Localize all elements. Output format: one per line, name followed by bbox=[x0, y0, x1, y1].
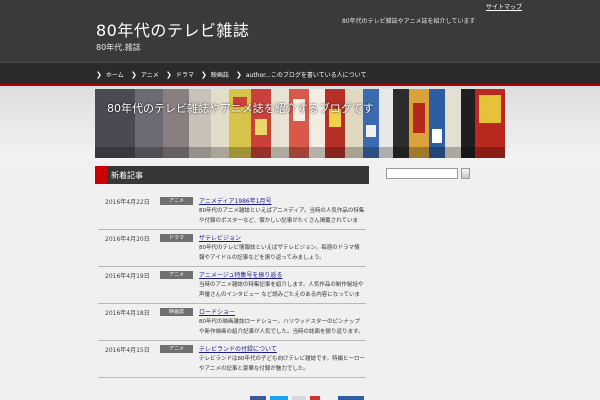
nav-item-label: ホーム bbox=[105, 72, 124, 79]
nav-item-drama[interactable]: ❯ ドラマ bbox=[166, 70, 194, 79]
nav-item-author[interactable]: ❯ author...このブログを書いている人について bbox=[236, 70, 366, 79]
section-heading: 新着記事 bbox=[95, 166, 369, 184]
entry-list: 2016年4月22日 アニメ アニメディア1986年1月号 80年代のアニメ雑誌… bbox=[98, 194, 366, 379]
global-nav: ❯ ホーム ❯ アニメ ❯ ドラマ ❯ 映画誌 ❯ author...このブログを書いてい… bbox=[0, 62, 600, 84]
entry-row: 2016年4月19日 アニメ アニメージュ特集号を振り返る 当時のアニメ雑誌の特… bbox=[98, 268, 366, 304]
entry-excerpt: 80年代のテレビ情報誌といえばザテレビジョン。毎週のドラマ情報やアイドルの記事な… bbox=[199, 245, 360, 261]
pocket-share-button[interactable] bbox=[310, 396, 320, 400]
entry-excerpt: 80年代のアニメ雑誌といえばアニメディア。当時の人気作品の特集や付録のポスターな… bbox=[199, 208, 365, 224]
section-title: 新着記事 bbox=[111, 171, 143, 180]
entry-row: 2016年4月20日 ドラマ ザテレビジョン 80年代のテレビ情報誌といえばザテ… bbox=[98, 231, 366, 267]
nav-item-label: author...このブログを書いている人について bbox=[245, 72, 367, 79]
entry-excerpt: テレビランドは80年代の子ども向けテレビ雑誌です。特撮ヒーローやアニメの記事と豪… bbox=[199, 356, 365, 372]
entry-excerpt: 当時のアニメ雑誌の特集記事を紹介します。人気作品の制作秘話や声優さんのインタビュ… bbox=[199, 282, 364, 298]
nav-item-anime[interactable]: ❯ アニメ bbox=[131, 70, 159, 79]
entry-date: 2016年4月22日 bbox=[105, 199, 150, 206]
header-banner: 80年代のテレビ雑誌やアニメ誌を紹介するブログです bbox=[95, 89, 505, 158]
banner-title: 80年代のテレビ雑誌やアニメ誌を紹介するブログです bbox=[107, 102, 374, 115]
search-button[interactable] bbox=[461, 168, 470, 179]
entry-date: 2016年4月18日 bbox=[105, 310, 150, 317]
nav-item-label: アニメ bbox=[140, 72, 159, 79]
search-input[interactable] bbox=[386, 168, 458, 179]
entry-title-link[interactable]: テレビランドの付録について bbox=[199, 344, 277, 353]
site-title[interactable]: 80年代のテレビ雑誌 bbox=[96, 17, 249, 41]
entry-date: 2016年4月20日 bbox=[105, 236, 150, 243]
chevron-right-icon: ❯ bbox=[96, 71, 102, 79]
entry-excerpt: 80年代の映画雑誌ロードショー。ハリウッドスターのピンナップや新作映画の紹介記事… bbox=[199, 319, 364, 335]
chevron-right-icon: ❯ bbox=[201, 71, 207, 79]
hatena-share-button[interactable] bbox=[338, 396, 364, 400]
nav-item-home[interactable]: ❯ ホーム bbox=[96, 70, 124, 79]
nav-item-label: 映画誌 bbox=[210, 72, 229, 79]
chevron-right-icon: ❯ bbox=[131, 71, 137, 79]
chevron-right-icon: ❯ bbox=[236, 71, 242, 79]
category-badge[interactable]: ドラマ bbox=[160, 234, 193, 242]
entry-row: 2016年4月18日 映画誌 ロードショー 80年代の映画雑誌ロードショー。ハリ… bbox=[98, 305, 366, 341]
entry-date: 2016年4月19日 bbox=[105, 273, 150, 280]
twitter-share-button[interactable] bbox=[270, 396, 288, 400]
category-badge[interactable]: アニメ bbox=[160, 197, 193, 205]
site-description: 80年代のテレビ雑誌やアニメ誌を紹介しています bbox=[342, 18, 476, 25]
nav-item-movie[interactable]: ❯ 映画誌 bbox=[201, 70, 229, 79]
entry-row: 2016年4月15日 アニメ テレビランドの付録について テレビランドは80年代… bbox=[98, 342, 366, 378]
facebook-share-button[interactable] bbox=[250, 396, 266, 400]
share-buttons bbox=[250, 396, 365, 400]
heading-accent bbox=[95, 166, 107, 184]
entry-date: 2016年4月15日 bbox=[105, 347, 150, 354]
category-badge[interactable]: 映画誌 bbox=[160, 308, 193, 316]
entry-title-link[interactable]: アニメージュ特集号を振り返る bbox=[199, 270, 282, 279]
entry-title-link[interactable]: アニメディア1986年1月号 bbox=[199, 196, 272, 205]
sitemap-link[interactable]: サイトマップ bbox=[486, 2, 522, 11]
nav-item-label: ドラマ bbox=[175, 72, 194, 79]
site-header: 80年代のテレビ雑誌 80年代.雑誌 80年代のテレビ雑誌やアニメ誌を紹介してい… bbox=[0, 0, 600, 62]
entry-title-link[interactable]: ザテレビジョン bbox=[199, 233, 241, 242]
google-share-button[interactable] bbox=[292, 396, 306, 400]
chevron-right-icon: ❯ bbox=[166, 71, 172, 79]
site-subtitle: 80年代.雑誌 bbox=[96, 43, 141, 52]
category-badge[interactable]: アニメ bbox=[160, 345, 193, 353]
entry-title-link[interactable]: ロードショー bbox=[199, 307, 235, 316]
category-badge[interactable]: アニメ bbox=[160, 271, 193, 279]
entry-row: 2016年4月22日 アニメ アニメディア1986年1月号 80年代のアニメ雑誌… bbox=[98, 194, 366, 230]
